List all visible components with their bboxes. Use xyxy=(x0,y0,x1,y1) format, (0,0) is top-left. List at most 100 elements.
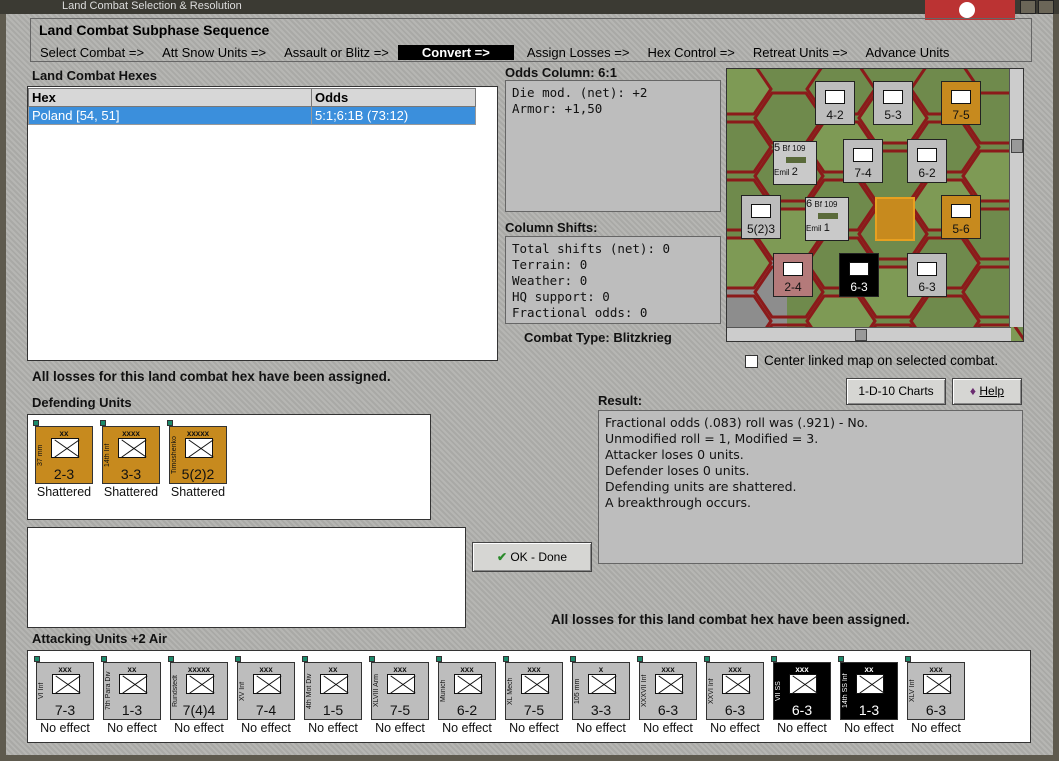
map-vertical-scrollbar[interactable] xyxy=(1009,69,1023,327)
unit-counter[interactable]: xxx XLV Inf 6-3 xyxy=(907,662,965,720)
unit-counter[interactable]: xxxxx Timoshenko 5(2)2 xyxy=(169,426,227,484)
unit-type-icon xyxy=(320,674,348,694)
unit-counter[interactable]: xx 14th SS Inf 1-3 xyxy=(840,662,898,720)
fractional-odds-line: Fractional odds: 0 xyxy=(512,305,648,320)
odds-column-header[interactable]: Odds xyxy=(311,88,476,107)
sequence-step: Select Combat => xyxy=(40,45,145,60)
unit-type-icon xyxy=(722,674,750,694)
map-unit-counter[interactable]: 5-3 xyxy=(873,81,913,125)
unit-strength: 6-3 xyxy=(657,702,679,718)
unit-type-icon xyxy=(186,674,214,694)
unit-strength: 7-3 xyxy=(54,702,76,718)
unit-counter[interactable]: xxxxx Rundstedt 7(4)4 xyxy=(170,662,228,720)
map-unit-counter[interactable]: 5-6 xyxy=(941,195,981,239)
unit-type-icon xyxy=(52,674,80,694)
unit-counter[interactable]: xxxx 14th Inf 3-3 xyxy=(102,426,160,484)
combat-type-value: Blitzkrieg xyxy=(613,330,672,345)
result-line: Attacker loses 0 units. xyxy=(605,447,744,462)
notes-panel xyxy=(27,527,466,628)
land-combat-hexes-label: Land Combat Hexes xyxy=(32,68,157,83)
unit-strength: 1-3 xyxy=(858,702,880,718)
unit-marker-icon xyxy=(369,656,375,662)
plane-icon xyxy=(818,213,838,219)
unit-counter[interactable]: xxx XL Mech 7-5 xyxy=(505,662,563,720)
unit-counter[interactable]: xxx XV Inf 7-4 xyxy=(237,662,295,720)
map-unit-counter[interactable]: 5(2)3 xyxy=(741,195,781,239)
unit-marker-icon xyxy=(101,656,107,662)
map-scroll-thumb[interactable] xyxy=(855,329,867,341)
map-air-counter[interactable]: 6 Bf 109 Emil 1 xyxy=(805,197,849,241)
shifts-panel: Total shifts (net): 0 Terrain: 0 Weather… xyxy=(505,236,721,324)
attacking-units-label: Attacking Units +2 Air xyxy=(32,631,167,646)
map-unit-counter[interactable]: 4-2 xyxy=(815,81,855,125)
map-unit-counter[interactable]: 7-5 xyxy=(941,81,981,125)
map-unit-counter[interactable]: 2-4 xyxy=(773,253,813,297)
unit-size: xxx xyxy=(728,665,742,674)
unit-type-icon xyxy=(923,674,951,694)
unit-type-icon xyxy=(856,674,884,694)
sequence-step: Assign Losses => xyxy=(526,45,630,60)
map-unit-strength: 5-3 xyxy=(884,108,902,122)
map-unit-counter[interactable]: 7-4 xyxy=(843,139,883,183)
unit-status: No effect xyxy=(643,721,693,735)
close-button[interactable] xyxy=(1038,0,1054,14)
unit-type-icon xyxy=(387,674,415,694)
unit-status: No effect xyxy=(40,721,90,735)
unit-counter[interactable]: xxx Munich 6-2 xyxy=(438,662,496,720)
center-map-checkbox[interactable] xyxy=(745,355,758,368)
unit-size: xxxxx xyxy=(187,665,211,674)
unit-counter[interactable]: xxx VII SS 6-3 xyxy=(773,662,831,720)
unit-strength: 7-4 xyxy=(255,702,277,718)
map-unit-counter[interactable]: 6-3 xyxy=(839,253,879,297)
unit-counter[interactable]: x 105 mm 3-3 xyxy=(572,662,630,720)
unit-marker-icon xyxy=(100,420,106,426)
unit-type-icon xyxy=(185,438,213,458)
total-shifts-line: Total shifts (net): 0 xyxy=(512,241,671,256)
unit-counter[interactable]: xxx XXVI Inf 6-3 xyxy=(706,662,764,720)
unit-size: xxx xyxy=(527,665,541,674)
minimize-button[interactable] xyxy=(1020,0,1036,14)
map-air-counter[interactable]: 5 Bf 109 Emil 2 xyxy=(773,141,817,185)
plane-icon xyxy=(786,157,806,163)
unit-type-icon xyxy=(655,674,683,694)
unit-type-icon xyxy=(253,674,281,694)
die-mod-line: Die mod. (net): +2 xyxy=(512,85,648,100)
ok-done-button[interactable]: ✔ OK - Done xyxy=(472,542,592,572)
unit-size: xxxxx xyxy=(186,429,210,438)
unit-counter[interactable]: xxx VI Inf 7-3 xyxy=(36,662,94,720)
map-horizontal-scrollbar[interactable] xyxy=(727,327,1011,341)
charts-button[interactable]: 1-D-10 Charts xyxy=(846,378,946,405)
unit-status: Shattered xyxy=(103,485,159,499)
unit-counter[interactable]: xxx XXXVII Inf 6-3 xyxy=(639,662,697,720)
unit-strength: 3-3 xyxy=(590,702,612,718)
unit-strength: 6-3 xyxy=(791,702,813,718)
result-line: Unmodified roll = 1, Modified = 3. xyxy=(605,431,819,446)
combat-type: Combat Type: Blitzkrieg xyxy=(524,330,672,345)
unit-counter[interactable]: xxx XLVIII Arm 7-5 xyxy=(371,662,429,720)
unit-size: xxx xyxy=(795,665,809,674)
map-unit-strength: 5-6 xyxy=(952,222,970,236)
unit-status: No effect xyxy=(107,721,157,735)
result-panel: Fractional odds (.083) roll was (.921) -… xyxy=(598,410,1023,564)
map-unit-counter[interactable]: 6-3 xyxy=(907,253,947,297)
unit-strength: 5(2)2 xyxy=(181,466,215,482)
defending-units-label: Defending Units xyxy=(32,395,132,410)
sequence-step: Advance Units xyxy=(865,45,950,60)
linked-map[interactable]: 4-2 5-3 7-5 7-4 6-2 5(2)3 5-6 2-4 6-3 6-3 5 Bf 109… xyxy=(726,68,1024,342)
hex-column-header[interactable]: Hex xyxy=(28,88,312,107)
map-vscroll-thumb[interactable] xyxy=(1011,139,1023,153)
unit-counter[interactable]: xx 7th Para Div 1-3 xyxy=(103,662,161,720)
unit-counter[interactable]: xx 4th Mot Div 1-5 xyxy=(304,662,362,720)
unit-counter[interactable]: xx 37 mm 2-3 xyxy=(35,426,93,484)
unit-marker-icon xyxy=(33,420,39,426)
unit-strength: 3-3 xyxy=(120,466,142,482)
unit-type-icon xyxy=(825,90,845,104)
unit-marker-icon xyxy=(637,656,643,662)
result-line: Defender loses 0 units. xyxy=(605,463,750,478)
help-button[interactable]: ♦ Help xyxy=(952,378,1022,405)
table-row[interactable]: Poland [54, 51] 5:1;6:1B (73:12) xyxy=(28,106,476,125)
unit-marker-icon xyxy=(167,420,173,426)
selected-combat-hex-marker[interactable] xyxy=(875,197,915,241)
map-unit-counter[interactable]: 6-2 xyxy=(907,139,947,183)
unit-size: xx xyxy=(864,665,874,674)
